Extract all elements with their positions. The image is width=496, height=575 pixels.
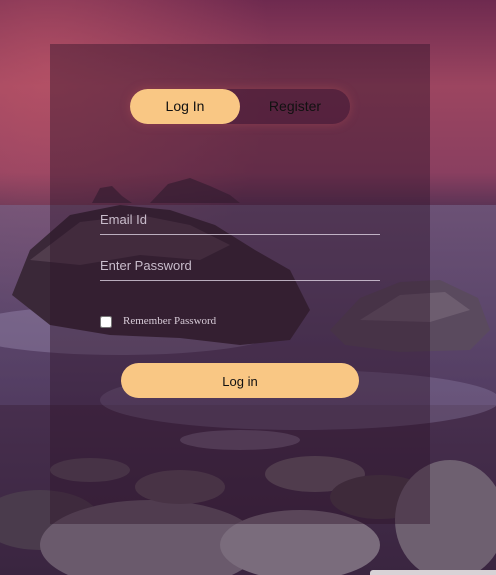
remember-password-checkbox[interactable] <box>100 316 112 328</box>
email-field[interactable] <box>100 204 380 235</box>
horizontal-scrollbar[interactable] <box>370 570 496 575</box>
tab-register[interactable]: Register <box>240 89 350 124</box>
password-field[interactable] <box>100 250 380 281</box>
remember-password-label: Remember Password <box>123 315 217 327</box>
tab-login[interactable]: Log In <box>130 89 240 124</box>
login-submit-button[interactable]: Log in <box>121 363 359 398</box>
login-panel: Log In Register Remember Password Log in <box>50 44 430 524</box>
auth-tab-switch: Log In Register <box>130 89 350 124</box>
